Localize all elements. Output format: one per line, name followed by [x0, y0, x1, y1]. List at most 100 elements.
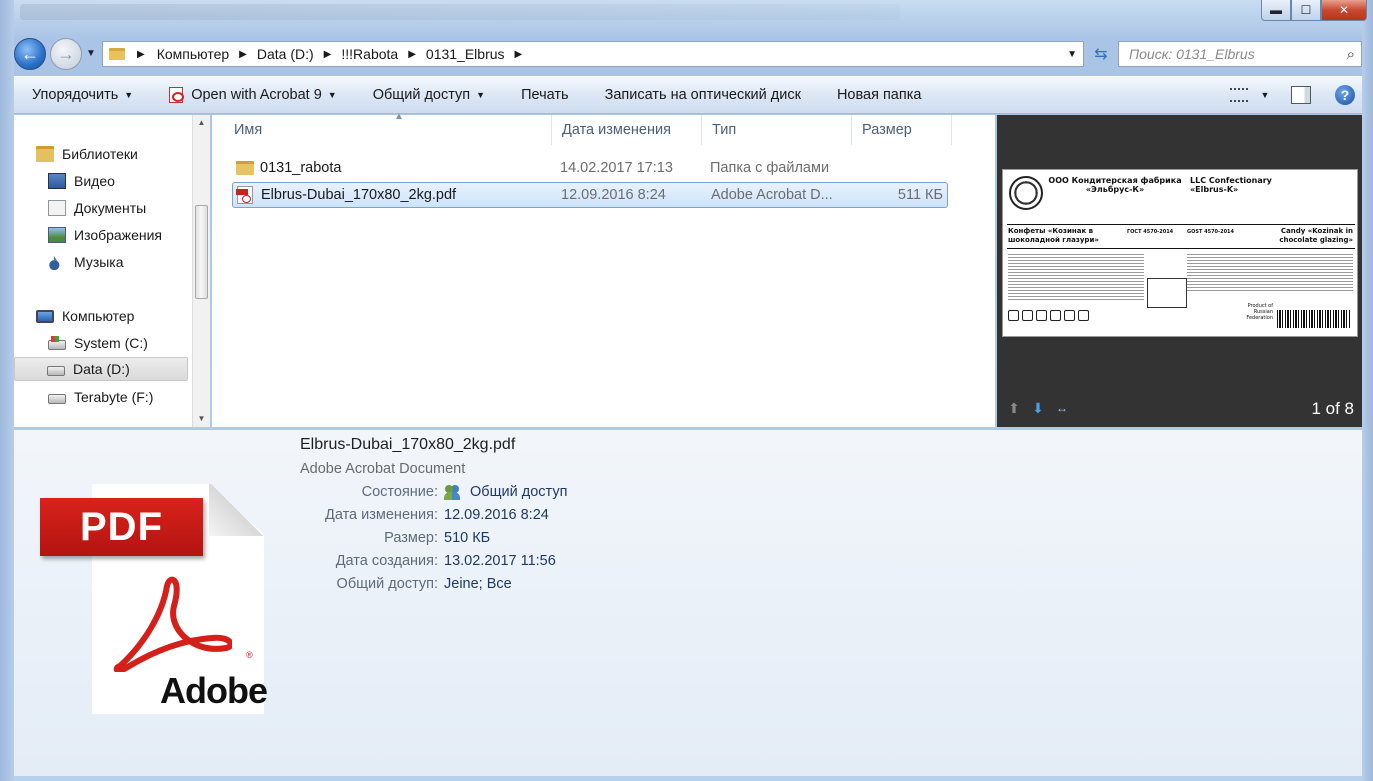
chevron-down-icon: ▼ [476, 90, 486, 100]
next-page-icon[interactable]: ⬇ [1029, 399, 1047, 417]
details-label: Дата изменения: [325, 507, 438, 523]
new-folder-button[interactable]: Новая папка [819, 77, 940, 113]
label-product-en: Candy «Kozinak in chocolate glazing» [1279, 227, 1353, 244]
drive-icon [47, 366, 65, 376]
file-row-pdf[interactable]: Elbrus-Dubai_170x80_2kg.pdf 12.09.2016 8… [232, 182, 948, 208]
adobe-wordmark: Adobe [160, 670, 268, 711]
column-header-type[interactable]: Тип [702, 115, 852, 145]
label-address-ru [1047, 198, 1183, 220]
scroll-down-icon[interactable]: ▼ [193, 411, 210, 427]
iso-icon [1050, 310, 1061, 321]
scroll-up-icon[interactable]: ▲ [193, 115, 210, 131]
window-controls: ▬ ☐ ✕ [1261, 0, 1367, 21]
forward-button[interactable]: → [50, 38, 82, 70]
nav-video[interactable]: Видео [48, 169, 115, 193]
pictures-icon [48, 227, 66, 243]
nav-label: Data (D:) [73, 361, 130, 377]
nav-drive-c[interactable]: System (C:) [48, 331, 148, 355]
view-options-dropdown[interactable]: ▼ [1256, 81, 1274, 109]
details-row-shared-with: Общий доступ: Jeine; Все [214, 576, 814, 598]
file-date: 12.09.2016 8:24 [561, 187, 666, 203]
documents-icon [48, 200, 66, 216]
column-header-name[interactable]: Имя ▲ [224, 111, 552, 145]
details-value[interactable]: Jeine; Все [444, 576, 512, 592]
nav-images[interactable]: Изображения [48, 223, 162, 247]
video-icon [48, 173, 66, 189]
pdf-preview-page[interactable]: ООО Кондитерская фабрика «Эльбрус-К» LLC… [1002, 169, 1358, 337]
organize-button[interactable]: Упорядочить ▼ [14, 77, 151, 113]
pdf-file-icon [236, 186, 253, 204]
help-button[interactable]: ? [1328, 81, 1362, 109]
details-value: Общий доступ [444, 484, 567, 500]
breadcrumb-chevron-icon[interactable]: ▶ [239, 49, 247, 60]
print-button[interactable]: Печать [503, 77, 587, 113]
details-filetype: Adobe Acrobat Document [300, 461, 466, 477]
open-with-acrobat-button[interactable]: Open with Acrobat 9 ▼ [151, 77, 355, 113]
nav-label: Документы [74, 200, 147, 216]
column-header-size[interactable]: Размер [852, 115, 952, 145]
breadcrumb-item[interactable]: Компьютер ▶ [157, 46, 257, 62]
change-view-button[interactable] [1222, 81, 1256, 109]
eac-icon [1036, 310, 1047, 321]
computer-icon [36, 309, 54, 323]
breadcrumb-chevron-icon[interactable]: ▶ [408, 49, 416, 60]
explorer-window: ▬ ☐ ✕ ← → ▼ ▶ Компьютер ▶ Data (D:) ▶ !!!R… [0, 0, 1373, 781]
breadcrumb-elbrus[interactable]: 0131_Elbrus [426, 46, 505, 62]
nav-drive-d[interactable]: Data (D:) [14, 357, 188, 381]
file-type: Папка с файлами [710, 160, 830, 176]
scrollbar-thumb[interactable] [195, 205, 208, 299]
close-button[interactable]: ✕ [1321, 0, 1367, 21]
details-filename: Elbrus-Dubai_170x80_2kg.pdf [300, 436, 516, 453]
nav-documents[interactable]: Документы [48, 196, 146, 220]
column-header-date[interactable]: Дата изменения [552, 115, 702, 145]
details-value[interactable]: 12.09.2016 8:24 [444, 507, 549, 523]
breadcrumb-data-d[interactable]: Data (D:) [257, 46, 314, 62]
preview-pane-button[interactable] [1284, 81, 1318, 109]
nav-music[interactable]: Музыка [48, 250, 124, 274]
file-type: Adobe Acrobat D... [711, 187, 833, 203]
details-label: Общий доступ: [336, 576, 438, 592]
nav-label: Музыка [74, 254, 124, 270]
views-icon [1230, 88, 1248, 102]
details-row-state: Состояние: Общий доступ [214, 484, 814, 506]
breadcrumb-chevron-icon[interactable]: ▶ [137, 49, 145, 60]
toolbar-right: ▼ ? [1222, 81, 1362, 109]
breadcrumb-item[interactable]: 0131_Elbrus ▶ [426, 46, 532, 62]
label-divider [1007, 248, 1355, 249]
fragile-icon [1022, 310, 1033, 321]
breadcrumb-rabota[interactable]: !!!Rabota [341, 46, 398, 62]
file-name: 0131_rabota [260, 160, 342, 176]
refresh-icon[interactable]: ⇆ [1088, 42, 1114, 66]
registered-mark: ® [246, 650, 253, 660]
label-product-ru: Конфеты «Козинак в шоколадной глазури» [1008, 227, 1099, 244]
burn-disc-button[interactable]: Записать на оптический диск [587, 77, 819, 113]
search-icon[interactable]: ⌕ [1347, 46, 1355, 63]
previous-page-icon[interactable]: ⬆ [1005, 399, 1023, 417]
file-row-folder[interactable]: 0131_rabota 14.02.2017 17:13 Папка с фай… [232, 155, 948, 181]
details-value[interactable]: 13.02.2017 11:56 [444, 553, 556, 569]
breadcrumb-item[interactable]: !!!Rabota ▶ [341, 46, 426, 62]
details-value: 510 КБ [444, 530, 491, 546]
search-input[interactable]: Поиск: 0131_Elbrus ⌕ [1118, 41, 1362, 67]
minimize-button[interactable]: ▬ [1261, 0, 1291, 21]
nav-libraries[interactable]: Библиотеки [36, 142, 138, 166]
maximize-button[interactable]: ☐ [1291, 0, 1321, 21]
share-button[interactable]: Общий доступ ▼ [355, 77, 503, 113]
company-logo [1009, 176, 1043, 210]
breadcrumb-chevron-icon[interactable]: ▶ [515, 49, 523, 60]
fit-width-icon[interactable]: ↔ [1053, 399, 1071, 417]
folder-icon [109, 48, 125, 60]
address-dropdown-icon[interactable]: ▼ [1067, 49, 1077, 60]
label-gost-en: GOST 4570-2014 [1187, 229, 1235, 235]
window-right-border [1362, 0, 1373, 781]
preview-pane-icon [1291, 86, 1311, 104]
breadcrumb-computer[interactable]: Компьютер [157, 46, 229, 62]
nav-computer[interactable]: Компьютер [36, 304, 134, 328]
history-dropdown-icon[interactable]: ▼ [86, 48, 96, 59]
navigation-scrollbar[interactable]: ▲ ▼ [192, 115, 210, 427]
nav-drive-f[interactable]: Terabyte (F:) [48, 385, 153, 409]
breadcrumb-item[interactable]: Data (D:) ▶ [257, 46, 342, 62]
breadcrumb-chevron-icon[interactable]: ▶ [324, 49, 332, 60]
address-bar[interactable]: ▶ Компьютер ▶ Data (D:) ▶ !!!Rabota ▶ 0131_… [102, 41, 1084, 67]
back-button[interactable]: ← [14, 38, 46, 70]
